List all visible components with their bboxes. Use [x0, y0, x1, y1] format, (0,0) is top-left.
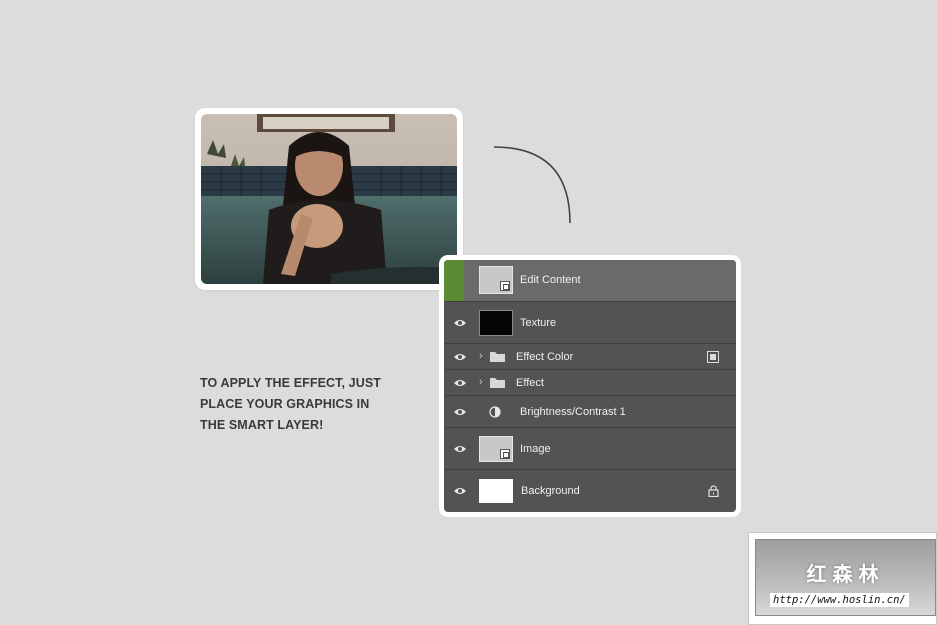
layer-group-effect[interactable]: › Effect [444, 370, 736, 396]
adjustment-layer-icon [489, 406, 501, 418]
layers-panel-frame: Edit Content Texture › Effect Color › Ef… [439, 255, 741, 517]
selected-layer-indicator [444, 260, 464, 301]
smart-object-thumbnail [479, 436, 513, 462]
preview-photo-card [195, 108, 463, 290]
layer-name: Effect [516, 377, 544, 389]
chevron-right-icon[interactable]: › [479, 376, 483, 388]
instruction-line-3: THE SMART LAYER! [200, 418, 324, 432]
layer-group-effect-color[interactable]: › Effect Color [444, 344, 736, 370]
eye-icon[interactable] [453, 444, 467, 454]
watermark: 红森林 http://www.hoslin.cn/ [748, 532, 937, 625]
instruction-text: TO APPLY THE EFFECT, JUST PLACE YOUR GRA… [200, 373, 400, 436]
smart-object-icon [500, 449, 510, 459]
preview-photo [201, 114, 457, 284]
layers-panel: Edit Content Texture › Effect Color › Ef… [444, 260, 736, 512]
watermark-url: http://www.hoslin.cn/ [770, 593, 909, 607]
layer-name: Texture [520, 317, 557, 329]
layer-name: Background [521, 485, 580, 497]
eye-icon[interactable] [453, 378, 467, 388]
eye-icon[interactable] [453, 352, 467, 362]
watermark-plate: 红森林 http://www.hoslin.cn/ [755, 539, 936, 616]
lock-icon [708, 485, 719, 497]
eye-icon[interactable] [453, 407, 467, 417]
background-thumbnail [479, 479, 513, 503]
chevron-right-icon[interactable]: › [479, 350, 483, 362]
instruction-line-1: TO APPLY THE EFFECT, JUST [200, 376, 382, 390]
smart-object-thumbnail [479, 266, 513, 294]
layer-name: Edit Content [520, 274, 581, 286]
smart-object-icon [500, 281, 510, 291]
layer-brightness-contrast[interactable]: Brightness/Contrast 1 [444, 396, 736, 428]
layer-image[interactable]: Image [444, 428, 736, 470]
instruction-line-2: PLACE YOUR GRAPHICS IN [200, 397, 370, 411]
layer-edit-content[interactable]: Edit Content [444, 260, 736, 302]
layer-name: Image [520, 443, 551, 455]
watermark-title: 红森林 [806, 564, 885, 586]
eye-icon[interactable] [453, 486, 467, 496]
folder-icon [490, 352, 505, 362]
clipping-mask-icon [707, 351, 719, 363]
folder-icon [490, 378, 505, 388]
eye-icon[interactable] [453, 318, 467, 328]
connector-arc [493, 146, 571, 224]
layer-name: Brightness/Contrast 1 [520, 406, 626, 418]
layer-name: Effect Color [516, 351, 574, 363]
texture-thumbnail [479, 310, 513, 336]
layer-texture[interactable]: Texture [444, 302, 736, 344]
layer-background[interactable]: Background [444, 470, 736, 512]
